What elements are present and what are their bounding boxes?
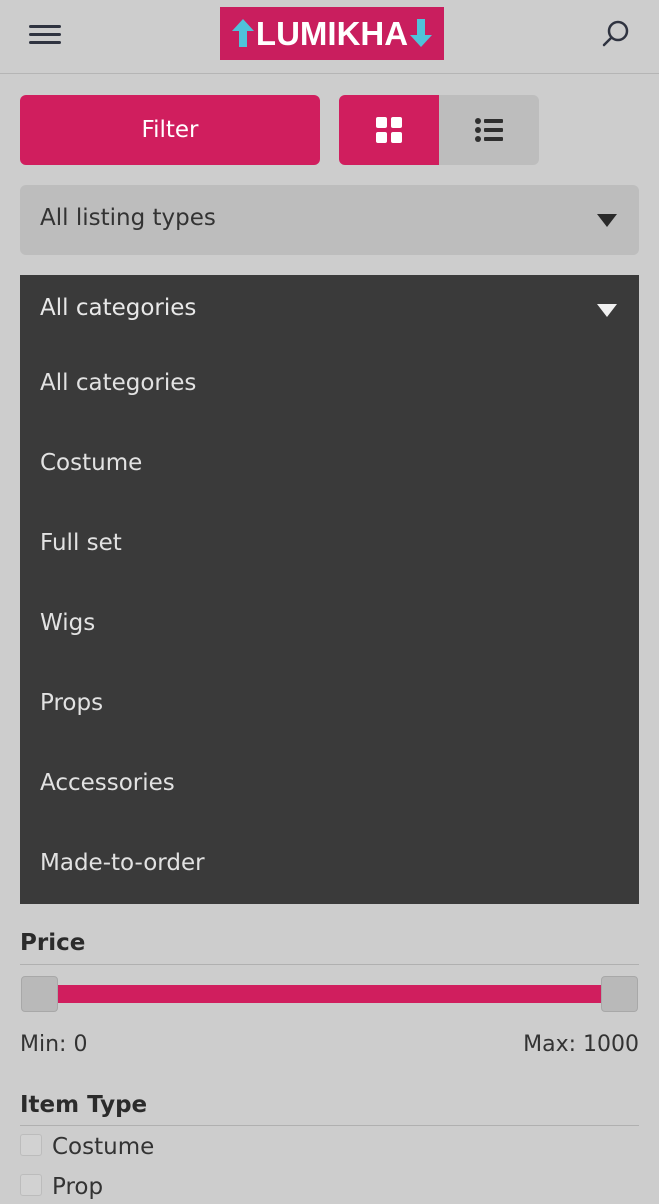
price-divider (20, 964, 639, 965)
chevron-down-icon (597, 304, 617, 317)
category-option[interactable]: Props (20, 666, 639, 746)
view-toggle (339, 95, 539, 165)
logo-down-arrow-icon (410, 19, 432, 47)
grid-view-icon (376, 117, 402, 143)
filter-button[interactable]: Filter (20, 95, 320, 165)
price-max-handle[interactable] (601, 976, 638, 1012)
price-min-label: Min: 0 (20, 1032, 88, 1057)
item-type-heading: Item Type (20, 1092, 148, 1118)
chevron-down-icon (597, 214, 617, 227)
logo-text: LUMIKHA (255, 14, 409, 52)
category-option[interactable]: Wigs (20, 586, 639, 666)
listing-type-value: All listing types (40, 205, 216, 231)
category-dropdown[interactable]: All categories All categories Costume Fu… (20, 275, 639, 904)
checkbox[interactable] (20, 1134, 42, 1156)
listing-type-select[interactable]: All listing types (20, 185, 639, 255)
category-option[interactable]: Accessories (20, 746, 639, 826)
category-option[interactable]: Costume (20, 426, 639, 506)
checkbox-label: Prop (52, 1174, 104, 1200)
price-heading: Price (20, 930, 86, 956)
price-max-label: Max: 1000 (523, 1032, 639, 1057)
search-icon[interactable] (600, 18, 632, 50)
grid-view-button[interactable] (339, 95, 439, 165)
top-header: LUMIKHA (0, 0, 659, 74)
list-view-icon (475, 118, 503, 142)
category-selected-value: All categories (40, 295, 197, 321)
item-type-divider (20, 1125, 639, 1126)
checkbox[interactable] (20, 1174, 42, 1196)
category-option[interactable]: All categories (20, 346, 639, 426)
logo-up-arrow-icon (232, 19, 254, 47)
checkbox-label: Costume (52, 1134, 155, 1160)
category-option[interactable]: Full set (20, 506, 639, 586)
category-option[interactable]: Made-to-order (20, 826, 639, 906)
price-min-handle[interactable] (21, 976, 58, 1012)
price-slider-track[interactable] (40, 985, 620, 1003)
site-logo[interactable]: LUMIKHA (220, 7, 444, 60)
hamburger-menu-icon[interactable] (29, 24, 61, 46)
list-view-button[interactable] (439, 95, 539, 165)
